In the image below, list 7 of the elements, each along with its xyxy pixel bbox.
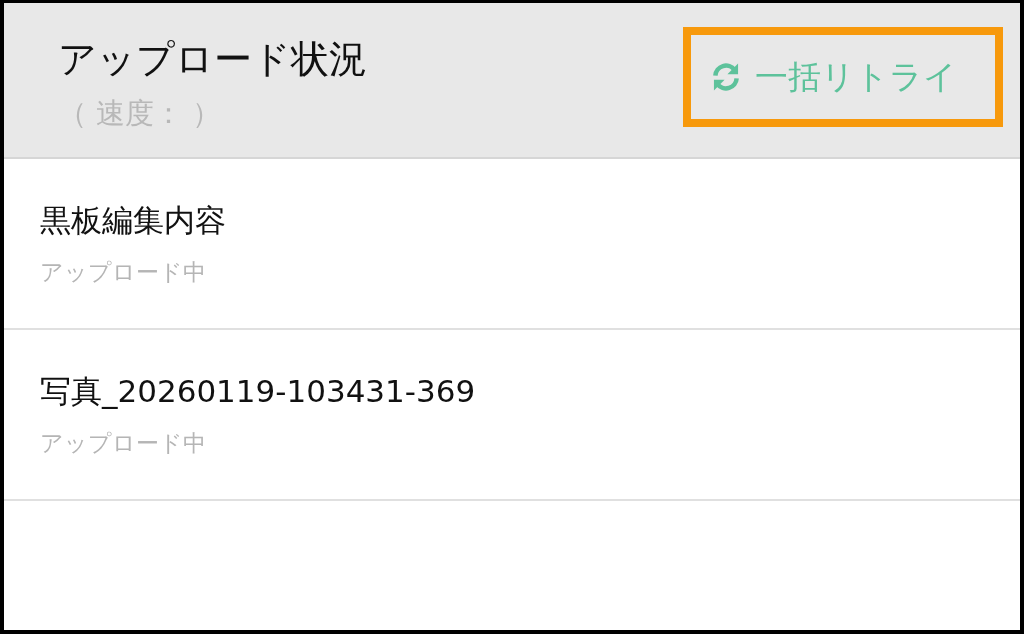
upload-name: 写真_20260119-103431-369: [40, 372, 477, 411]
page-title: アップロード状況: [58, 36, 367, 83]
upload-status: アップロード中: [40, 429, 207, 458]
upload-status: アップロード中: [40, 258, 207, 287]
upload-row[interactable]: 黒板編集内容 アップロード中: [4, 159, 1020, 330]
upload-name: 黒板編集内容: [40, 201, 227, 240]
upload-row[interactable]: 写真_20260119-103431-369 アップロード中: [4, 330, 1020, 501]
